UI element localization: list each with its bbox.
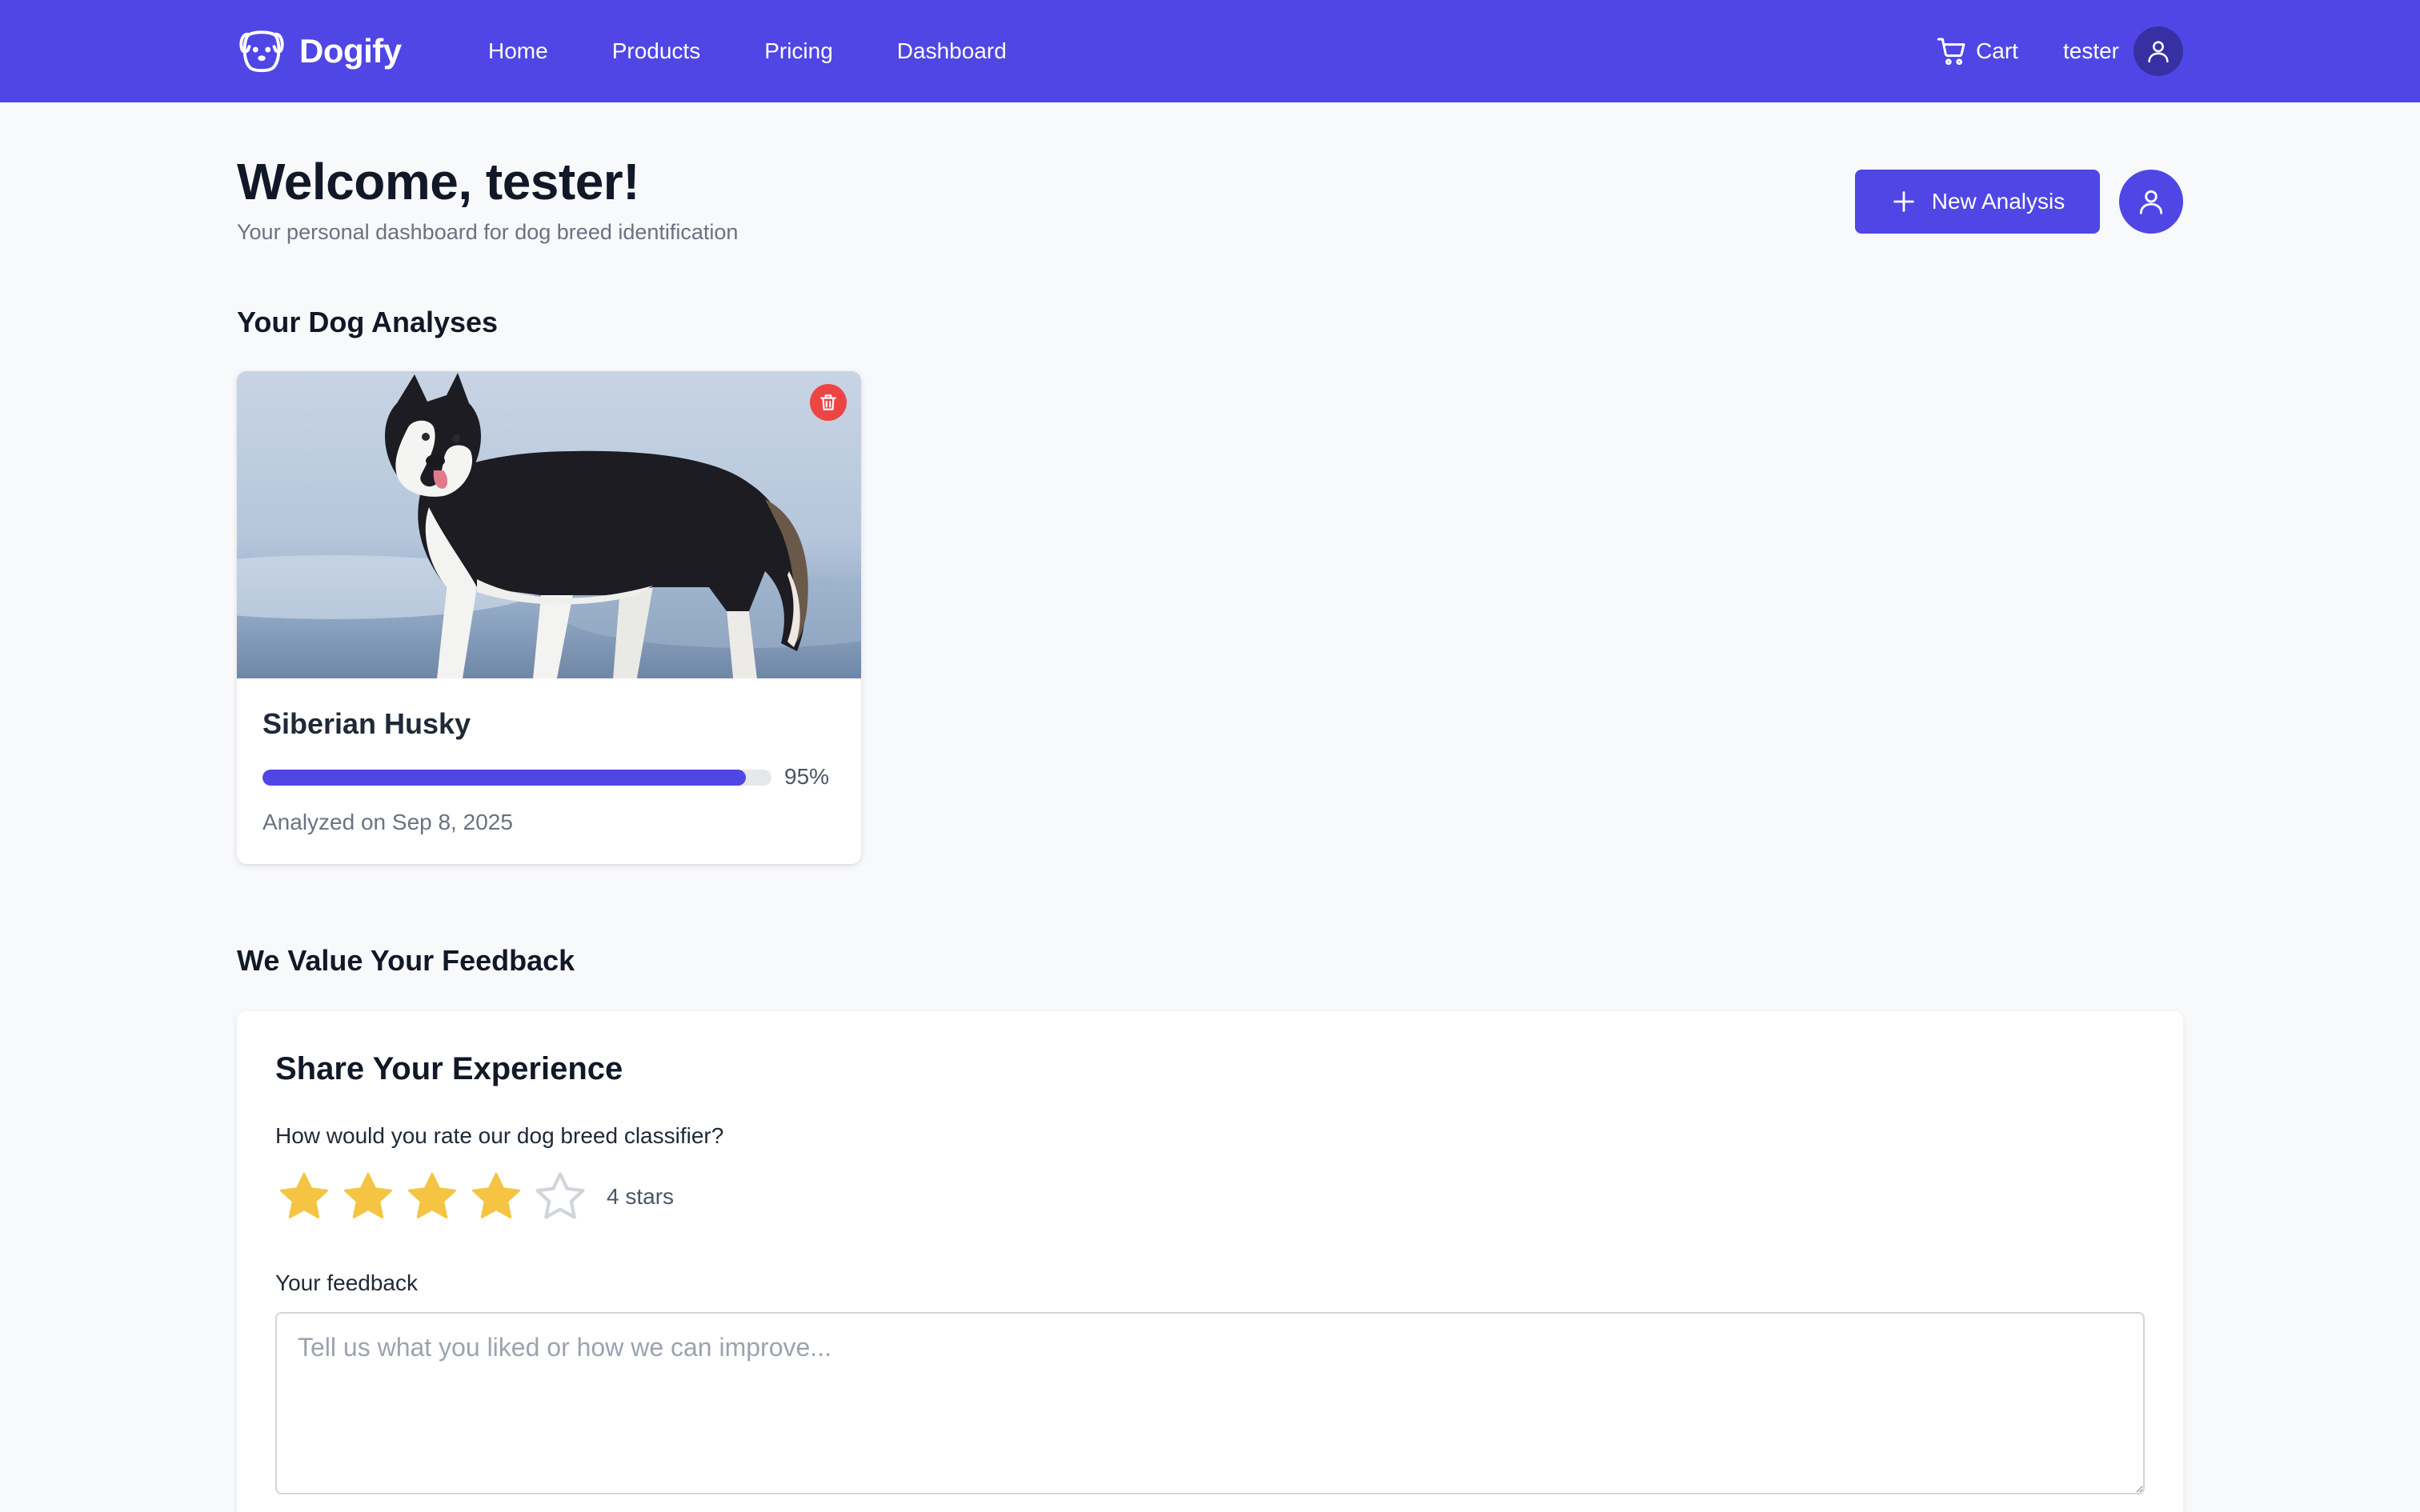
top-navbar: Dogify Home Products Pricing Dashboard C… (0, 0, 2420, 102)
cart-label: Cart (1976, 38, 2018, 63)
feedback-section-title: We Value Your Feedback (237, 944, 575, 977)
page-title: Welcome, tester! (237, 153, 640, 210)
rating-label: 4 stars (607, 1184, 675, 1209)
user-name: tester (2062, 38, 2119, 63)
nav-link-home[interactable]: Home (488, 38, 548, 64)
star-filled-icon[interactable] (339, 1168, 397, 1226)
analysis-card[interactable] (237, 371, 861, 864)
star-filled-icon[interactable] (467, 1168, 525, 1226)
nav-link-pricing[interactable]: Pricing (764, 38, 833, 64)
delete-analysis-button[interactable] (810, 384, 847, 421)
star-rating: 4 stars (275, 1168, 674, 1226)
nav-link-products[interactable]: Products (612, 38, 701, 64)
star-empty-icon[interactable] (531, 1168, 589, 1226)
nav-user-area: Cart tester (1936, 0, 2183, 102)
cart-link[interactable]: Cart (1936, 35, 2018, 67)
nav-link-dashboard[interactable]: Dashboard (897, 38, 1007, 64)
profile-button[interactable] (2119, 170, 2183, 234)
feedback-card-title: Share Your Experience (275, 1051, 623, 1086)
user-avatar-button[interactable] (2134, 26, 2183, 76)
cart-icon (1937, 38, 1965, 66)
dog-photo (237, 371, 861, 678)
brand-link[interactable]: Dogify (237, 26, 402, 77)
confidence-bar (262, 770, 771, 786)
trash-icon (820, 394, 836, 410)
page-subtitle: Your personal dashboard for dog breed id… (237, 220, 739, 244)
star-filled-icon[interactable] (275, 1168, 333, 1226)
analyzed-date: Analyzed on Sep 8, 2025 (262, 810, 513, 834)
user-icon (2139, 190, 2163, 214)
feedback-textarea[interactable] (275, 1312, 2145, 1494)
brand-name: Dogify (299, 32, 402, 70)
new-analysis-label: New Analysis (1931, 189, 2065, 214)
rating-question: How would you rate our dog breed classif… (275, 1123, 724, 1148)
plus-icon (1893, 191, 1914, 212)
dog-face-icon (239, 30, 284, 73)
confidence-bar-fill (262, 770, 747, 786)
main-nav: Home Products Pricing Dashboard (488, 0, 1071, 102)
new-analysis-button[interactable]: New Analysis (1855, 170, 2100, 234)
analyses-section-title: Your Dog Analyses (237, 306, 499, 338)
breed-name: Siberian Husky (262, 707, 471, 740)
feedback-label: Your feedback (275, 1270, 418, 1295)
star-filled-icon[interactable] (403, 1168, 461, 1226)
confidence-label: 95% (784, 764, 830, 789)
user-icon (2148, 41, 2169, 63)
